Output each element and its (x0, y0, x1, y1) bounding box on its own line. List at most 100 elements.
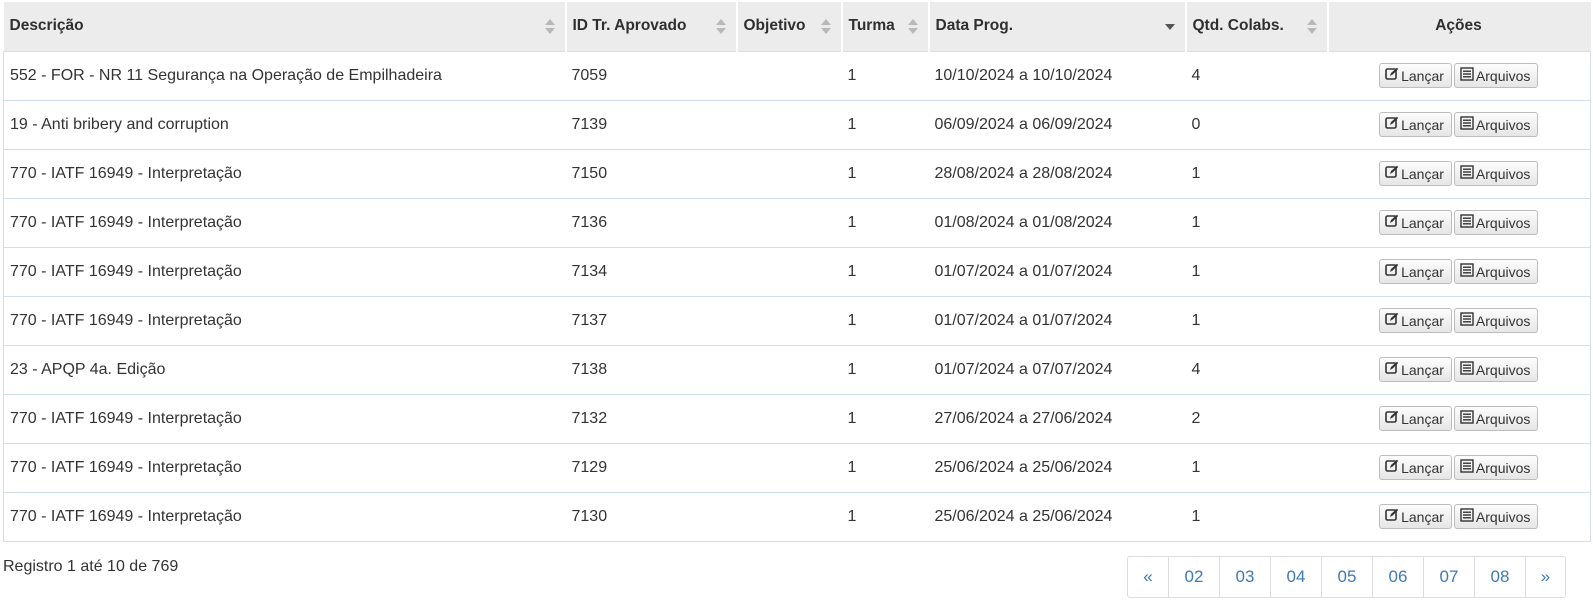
cell-turma: 1 (841, 442, 929, 492)
cell-objetivo (736, 393, 842, 443)
column-header-objetivo[interactable]: Objetivo (735, 2, 842, 51)
cell-id-tr: 7129 (565, 442, 737, 492)
list-icon (1460, 116, 1476, 133)
cell-objetivo (736, 491, 842, 542)
table-row: 23 - APQP 4a. Edição 7138 1 01/07/2024 a 07… (3, 344, 1591, 394)
cell-objetivo (736, 99, 842, 149)
cell-data-prog: 01/08/2024 a 01/08/2024 (928, 197, 1186, 247)
arquivos-button-label: Arquivos (1475, 263, 1531, 280)
table-row: 770 - IATF 16949 - Interpretação 7136 1 01/… (3, 197, 1591, 247)
cell-turma: 1 (841, 344, 929, 394)
sort-desc-icon (1164, 19, 1175, 35)
cell-acoes: Lançar Arquivos (1327, 491, 1591, 542)
column-header-data-prog[interactable]: Data Prog. (927, 2, 1186, 51)
cell-data-prog: 01/07/2024 a 01/07/2024 (928, 295, 1186, 345)
arquivos-button[interactable]: Arquivos (1453, 112, 1539, 137)
cell-turma: 1 (841, 491, 929, 542)
pagination-prev[interactable]: « (1128, 557, 1168, 597)
cell-descricao: 770 - IATF 16949 - Interpretação (3, 442, 566, 492)
column-header-label: Qtd. Colabs. (1192, 17, 1284, 35)
pagination-page[interactable]: 08 (1474, 557, 1525, 597)
cell-turma: 1 (841, 50, 929, 100)
table-body: 552 - FOR - NR 11 Segurança na Operação … (3, 50, 1591, 542)
cell-qtd-colabs: 4 (1185, 50, 1328, 100)
arquivos-button[interactable]: Arquivos (1453, 308, 1539, 333)
lancar-button-label: Lançar (1401, 361, 1444, 378)
arquivos-button[interactable]: Arquivos (1453, 161, 1539, 186)
lancar-button[interactable]: Lançar (1379, 210, 1452, 235)
lancar-button[interactable]: Lançar (1379, 161, 1452, 186)
lancar-button[interactable]: Lançar (1379, 308, 1452, 333)
cell-id-tr: 7139 (565, 99, 737, 149)
cell-acoes: Lançar Arquivos (1327, 99, 1591, 149)
cell-acoes: Lançar Arquivos (1327, 197, 1591, 247)
cell-id-tr: 7150 (565, 148, 737, 198)
list-icon (1460, 214, 1476, 231)
cell-turma: 1 (841, 295, 929, 345)
pagination-page[interactable]: 04 (1270, 557, 1321, 597)
sort-icon (1306, 19, 1317, 35)
cell-id-tr: 7134 (565, 246, 737, 296)
lancar-button[interactable]: Lançar (1379, 112, 1452, 137)
edit-icon (1385, 165, 1401, 182)
cell-objetivo (736, 344, 842, 394)
arquivos-button[interactable]: Arquivos (1453, 63, 1539, 88)
lancar-button-label: Lançar (1401, 508, 1444, 525)
table-row: 770 - IATF 16949 - Interpretação 7132 1 27/… (3, 393, 1591, 443)
column-header-qtd-colabs[interactable]: Qtd. Colabs. (1184, 2, 1328, 51)
pagination-next[interactable]: » (1525, 557, 1565, 597)
table-row: 19 - Anti bribery and corruption 7139 1 06/… (3, 99, 1591, 149)
arquivos-button-label: Arquivos (1475, 116, 1531, 133)
arquivos-button[interactable]: Arquivos (1453, 259, 1539, 284)
cell-turma: 1 (841, 246, 929, 296)
pagination-page[interactable]: 05 (1321, 557, 1372, 597)
pagination-page[interactable]: 02 (1168, 557, 1219, 597)
pagination-page[interactable]: 07 (1423, 557, 1474, 597)
edit-icon (1385, 116, 1401, 133)
lancar-button-label: Lançar (1401, 263, 1444, 280)
table-row: 770 - IATF 16949 - Interpretação 7150 1 28/… (3, 148, 1591, 198)
arquivos-button-label: Arquivos (1475, 361, 1531, 378)
arquivos-button-label: Arquivos (1475, 459, 1531, 476)
cell-descricao: 770 - IATF 16949 - Interpretação (3, 295, 566, 345)
column-header-descricao[interactable]: Descrição (3, 2, 566, 51)
arquivos-button[interactable]: Arquivos (1453, 406, 1539, 431)
cell-objetivo (736, 148, 842, 198)
cell-qtd-colabs: 1 (1185, 148, 1328, 198)
list-icon (1460, 165, 1476, 182)
column-header-label: Data Prog. (935, 17, 1014, 35)
table-header-row: Descrição ID Tr. Aprovado Objetivo Turma… (3, 2, 1591, 51)
cell-turma: 1 (841, 393, 929, 443)
cell-objetivo (736, 197, 842, 247)
cell-turma: 1 (841, 99, 929, 149)
arquivos-button-label: Arquivos (1475, 214, 1531, 231)
lancar-button[interactable]: Lançar (1379, 455, 1452, 480)
arquivos-button[interactable]: Arquivos (1453, 210, 1539, 235)
list-icon (1460, 508, 1476, 525)
pagination-page[interactable]: 06 (1372, 557, 1423, 597)
pagination-page[interactable]: 03 (1219, 557, 1270, 597)
cell-data-prog: 25/06/2024 a 25/06/2024 (928, 491, 1186, 542)
lancar-button[interactable]: Lançar (1379, 357, 1452, 382)
lancar-button[interactable]: Lançar (1379, 406, 1452, 431)
table-row: 770 - IATF 16949 - Interpretação 7129 1 25/… (3, 442, 1591, 492)
cell-descricao: 19 - Anti bribery and corruption (3, 99, 566, 149)
column-header-turma[interactable]: Turma (840, 2, 929, 51)
column-header-label: Objetivo (743, 17, 806, 35)
cell-qtd-colabs: 1 (1185, 442, 1328, 492)
lancar-button[interactable]: Lançar (1379, 259, 1452, 284)
arquivos-button[interactable]: Arquivos (1453, 455, 1539, 480)
cell-id-tr: 7130 (565, 491, 737, 542)
lancar-button[interactable]: Lançar (1379, 504, 1452, 529)
arquivos-button[interactable]: Arquivos (1453, 357, 1539, 382)
lancar-button[interactable]: Lançar (1379, 63, 1452, 88)
cell-id-tr: 7138 (565, 344, 737, 394)
arquivos-button[interactable]: Arquivos (1453, 504, 1539, 529)
cell-objetivo (736, 246, 842, 296)
column-header-id-tr[interactable]: ID Tr. Aprovado (564, 2, 737, 51)
edit-icon (1385, 410, 1401, 427)
cell-acoes: Lançar Arquivos (1327, 148, 1591, 198)
cell-descricao: 770 - IATF 16949 - Interpretação (3, 491, 566, 542)
arquivos-button-label: Arquivos (1475, 312, 1531, 329)
cell-data-prog: 28/08/2024 a 28/08/2024 (928, 148, 1186, 198)
